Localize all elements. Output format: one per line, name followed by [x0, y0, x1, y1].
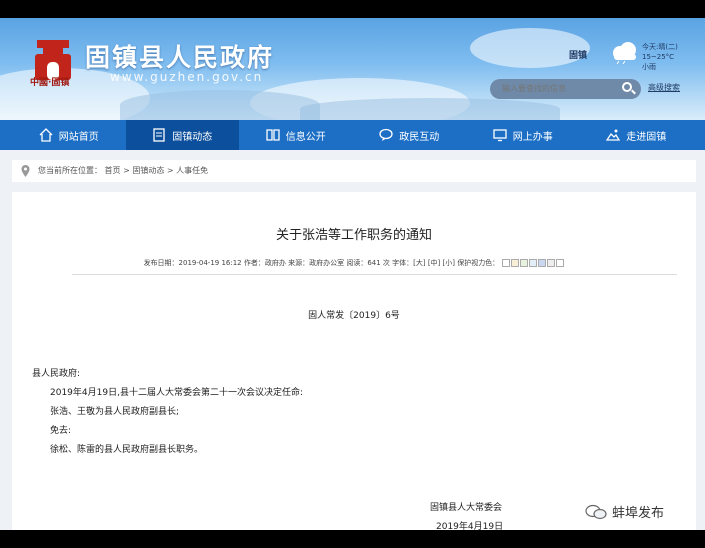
chat-icon [379, 128, 393, 141]
breadcrumb: 您当前所在位置： 首页 > 固镇动态 > 人事任免 [12, 160, 696, 182]
nav-item-info[interactable]: 信息公开 [239, 120, 353, 150]
color-swatch-4[interactable] [538, 259, 547, 267]
color-swatch-0[interactable] [502, 259, 511, 267]
color-swatch-2[interactable] [520, 259, 529, 267]
search-button[interactable] [615, 79, 641, 99]
cloud-weather-icon [613, 42, 636, 64]
body-line-1: 2019年4月19日,县十二届人大常委会第二十一次会议决定任命: [50, 388, 303, 398]
body-line-3: 免去: [50, 426, 72, 436]
salutation: 县人民政府: [32, 369, 81, 379]
sign-date: 2019年4月19日 [436, 522, 504, 530]
article-title: 关于张浩等工作职务的通知 [275, 228, 432, 243]
site-url: www.guzhen.gov.cn [110, 70, 264, 84]
article-meta: 发布日期：2019-04-19 16:12 作者：政府办 来源：政府办公室 阅读… [12, 258, 696, 268]
weather-text: 今天:晴(二) 15~25°C 小雨 [642, 43, 678, 71]
main-nav: 网站首页 固镇动态 信息公开 政民互动 网上办事 走进固镇 [0, 120, 705, 150]
nav-item-about[interactable]: 走进固镇 [580, 120, 694, 150]
site-header: 中國·固镇 固镇县人民政府 www.guzhen.gov.cn 固镇 今天:晴(… [0, 18, 705, 120]
home-icon [39, 128, 53, 142]
nav-item-news[interactable]: 固镇动态 [125, 120, 239, 150]
news-icon [153, 128, 165, 142]
nav-item-online-service[interactable]: 网上办事 [466, 120, 580, 150]
breadcrumb-text[interactable]: 您当前所在位置： 首页 > 固镇动态 > 人事任免 [38, 166, 208, 175]
signer: 固镇县人大常委会 [430, 503, 503, 513]
browser-frame: 中國·固镇 固镇县人民政府 www.guzhen.gov.cn 固镇 今天:晴(… [0, 18, 705, 530]
color-swatch-3[interactable] [529, 259, 538, 267]
nav-item-home[interactable]: 网站首页 [12, 120, 126, 150]
book-icon [266, 129, 280, 141]
body-line-4: 徐松、陈雷的县人民政府副县长职务。 [50, 445, 204, 455]
landscape-icon [606, 129, 621, 141]
color-swatch-1[interactable] [511, 259, 520, 267]
watermark: 蚌埠发布 [585, 502, 664, 521]
color-swatch-6[interactable] [556, 259, 565, 267]
document-number: 固人常发〔2019〕6号 [308, 311, 400, 321]
site-title[interactable]: 固镇县人民政府 [85, 38, 274, 74]
color-swatch-5[interactable] [547, 259, 556, 267]
location-pin-icon [21, 165, 30, 177]
article-panel: 关于张浩等工作职务的通知 发布日期：2019-04-19 16:12 作者：政府… [12, 192, 696, 530]
weather-location: 固镇 [569, 51, 588, 61]
eye-care-color-options[interactable] [501, 259, 565, 267]
logo-tagline: 中國·固镇 [30, 78, 70, 88]
advanced-search-link[interactable]: 高级搜索 [648, 82, 680, 93]
monitor-icon [493, 129, 507, 142]
body-line-2: 张浩、王敬为县人民政府副县长; [50, 407, 180, 417]
divider [72, 274, 677, 275]
wechat-icon [585, 504, 607, 519]
nav-item-interaction[interactable]: 政民互动 [353, 120, 467, 150]
